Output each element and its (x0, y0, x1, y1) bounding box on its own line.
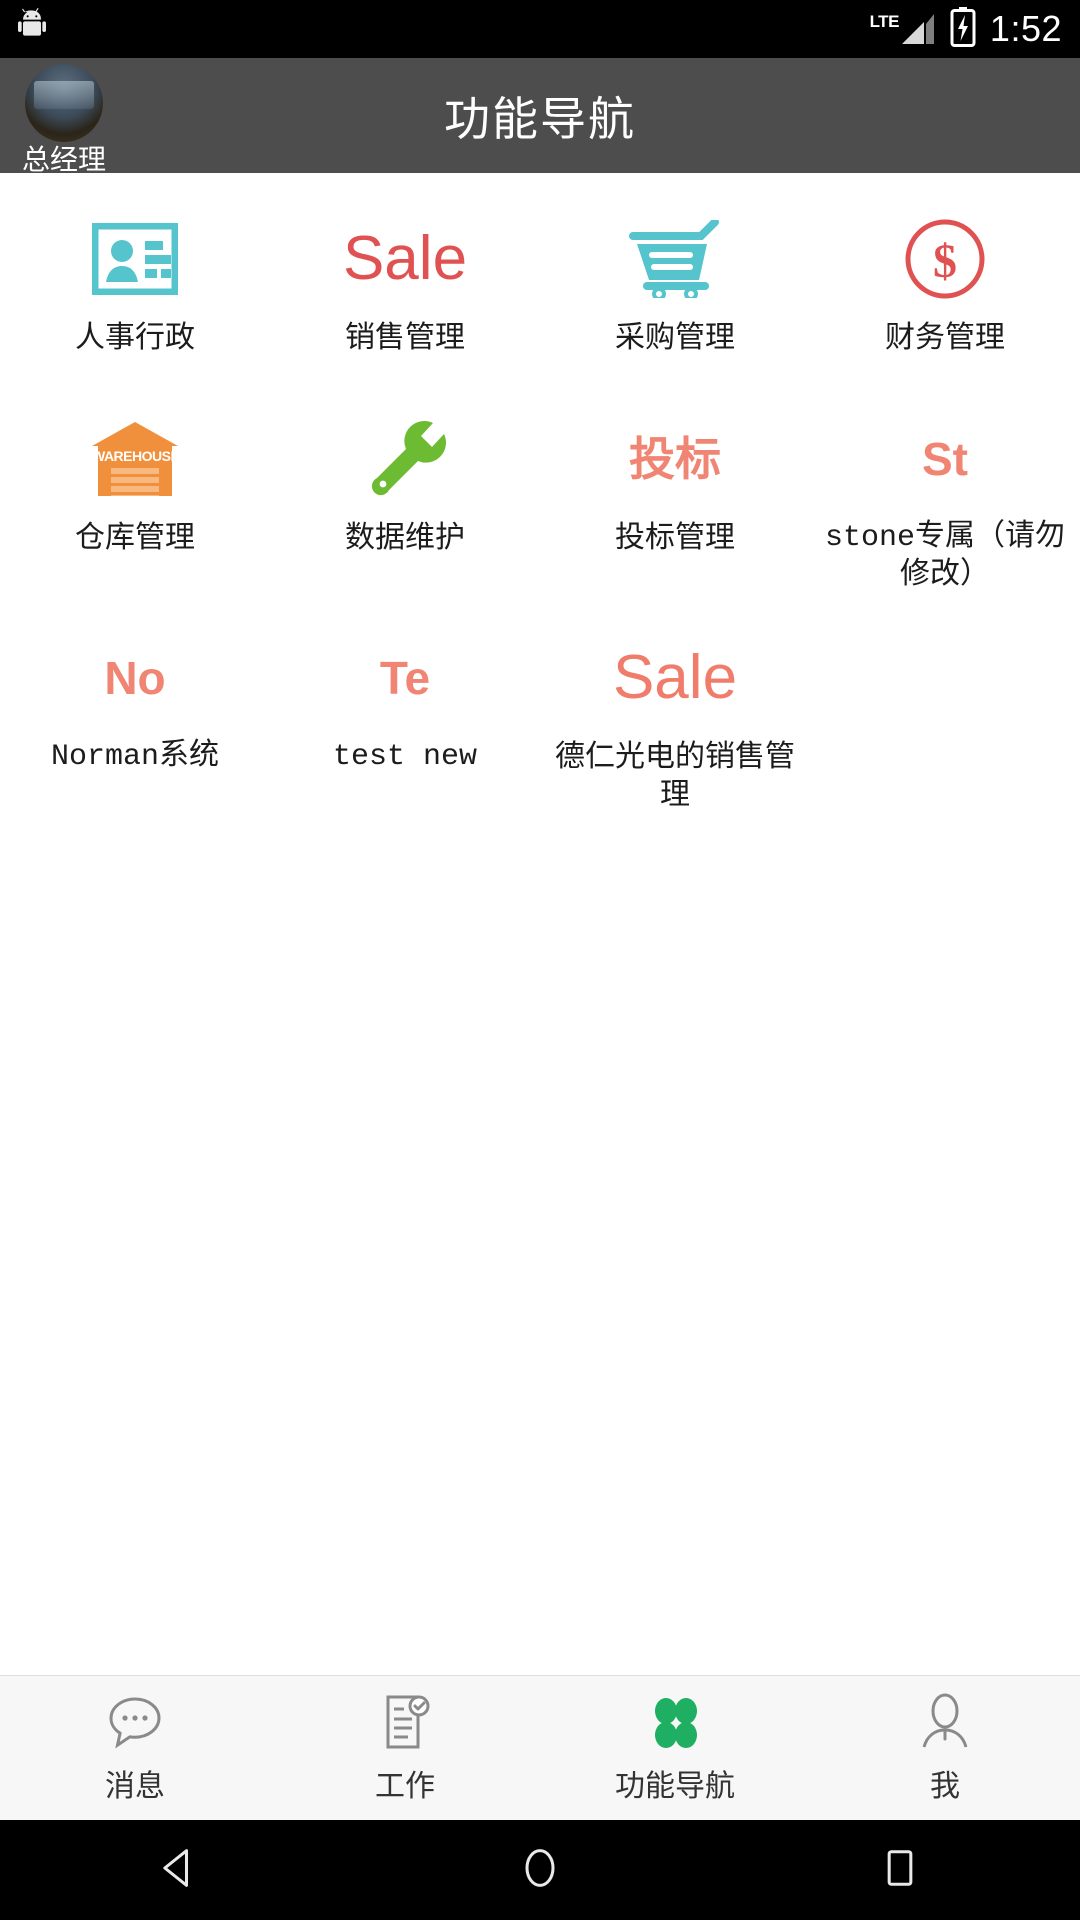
bottom-navigation: 消息 工作 功能导航 我 (0, 1675, 1080, 1820)
app-grid: 人事行政 Sale 销售管理 采购管理 $ 财务管理 WAREHOUSE 仓库管理 … (0, 187, 1080, 825)
app-grid-item[interactable]: Te test new (270, 606, 540, 825)
bottom-nav-item-4[interactable]: 我 (810, 1676, 1080, 1820)
sale-text-icon[interactable]: Sale (270, 213, 540, 305)
shopping-cart-icon[interactable] (540, 213, 810, 305)
app-grid-item[interactable]: $ 财务管理 (810, 187, 1080, 387)
android-navigation-bar (0, 1820, 1080, 1920)
app-grid-item[interactable]: Sale 德仁光电的销售管理 (540, 606, 810, 825)
bid-text-icon-text: 投标 (629, 433, 721, 485)
app-grid-item-label: 销售管理 (345, 321, 465, 354)
id-card-icon[interactable] (0, 213, 270, 305)
app-grid-item-label: 数据维护 (345, 521, 465, 554)
app-grid-item[interactable]: 投标 投标管理 (540, 387, 810, 606)
network-type-label: LTE (869, 12, 900, 31)
bottom-nav-item-label: 工作 (375, 1770, 435, 1803)
sale-text-icon-text: Sale (342, 224, 468, 293)
status-bar-left (12, 7, 52, 52)
app-grid-item[interactable]: No Norman系统 (0, 606, 270, 825)
te-text-icon-text: Te (379, 651, 431, 704)
page-title: 功能导航 (444, 92, 636, 145)
no-text-icon-text: No (104, 651, 166, 704)
app-grid-item[interactable]: St stone专属（请勿修改） (810, 387, 1080, 606)
svg-text:$: $ (933, 235, 957, 288)
recents-square-icon[interactable] (874, 1842, 926, 1899)
no-text-icon[interactable]: No (0, 632, 270, 724)
app-grid-item-label: 德仁光电的销售管理 (554, 739, 795, 812)
app-grid-item[interactable]: 人事行政 (0, 187, 270, 387)
chat-bubble-icon[interactable] (104, 1691, 166, 1753)
android-robot-icon (12, 7, 52, 52)
app-grid-item-label: Norman系统 (50, 739, 220, 774)
app-root: LTE 1:52 总经理 功能导航 人事行政 Sale 销售管理 采购管理 $ … (0, 0, 1080, 1920)
dollar-circle-icon[interactable]: $ (810, 213, 1080, 305)
four-dots-icon[interactable] (644, 1691, 706, 1753)
avatar-label: 总经理 (21, 144, 106, 175)
st-text-icon[interactable]: St (810, 413, 1080, 505)
te-text-icon[interactable]: Te (270, 632, 540, 724)
back-triangle-icon[interactable] (154, 1842, 206, 1899)
bottom-nav-item-label: 我 (930, 1770, 960, 1803)
sale-text-icon[interactable]: Sale (540, 632, 810, 724)
app-grid-area: 人事行政 Sale 销售管理 采购管理 $ 财务管理 WAREHOUSE 仓库管理 … (0, 173, 1080, 1675)
status-bar: LTE 1:52 (0, 0, 1080, 58)
signal-lte-icon: LTE (870, 12, 936, 46)
clock: 1:52 (989, 8, 1062, 49)
bottom-nav-item-label: 功能导航 (615, 1770, 735, 1803)
app-grid-item-label: 财务管理 (885, 321, 1005, 354)
app-grid-item-label: 仓库管理 (75, 521, 195, 554)
sale-text-icon-text: Sale (612, 642, 738, 712)
bid-text-icon[interactable]: 投标 (540, 413, 810, 505)
home-circle-icon[interactable] (514, 1842, 566, 1899)
app-grid-item-label: stone专属（请勿修改） (824, 521, 1065, 594)
app-grid-item[interactable]: 数据维护 (270, 387, 540, 606)
checklist-icon[interactable] (374, 1691, 436, 1753)
warehouse-graphic: WAREHOUSE (92, 422, 180, 496)
app-grid-item[interactable]: Sale 销售管理 (270, 187, 540, 387)
wrench-icon[interactable] (270, 413, 540, 505)
app-header: 总经理 功能导航 (0, 58, 1080, 175)
app-grid-item-label: 采购管理 (615, 321, 735, 354)
status-bar-right: LTE 1:52 (870, 6, 1062, 52)
st-text-icon-text: St (922, 433, 968, 485)
battery-charging-icon (950, 6, 976, 52)
bottom-nav-item-2[interactable]: 工作 (270, 1676, 540, 1820)
app-grid-item-label: 投标管理 (615, 521, 735, 554)
app-grid-item[interactable]: 采购管理 (540, 187, 810, 387)
person-icon[interactable] (914, 1691, 976, 1753)
app-grid-item-label: test new (332, 739, 478, 774)
warehouse-icon[interactable]: WAREHOUSE (0, 413, 270, 505)
warehouse-icon-text: WAREHOUSE (92, 448, 180, 464)
app-grid-item-label: 人事行政 (75, 321, 195, 354)
bottom-nav-item-3[interactable]: 功能导航 (540, 1676, 810, 1820)
bottom-nav-item-1[interactable]: 消息 (0, 1676, 270, 1820)
app-grid-item[interactable]: WAREHOUSE 仓库管理 (0, 387, 270, 606)
bottom-nav-item-label: 消息 (105, 1770, 165, 1803)
